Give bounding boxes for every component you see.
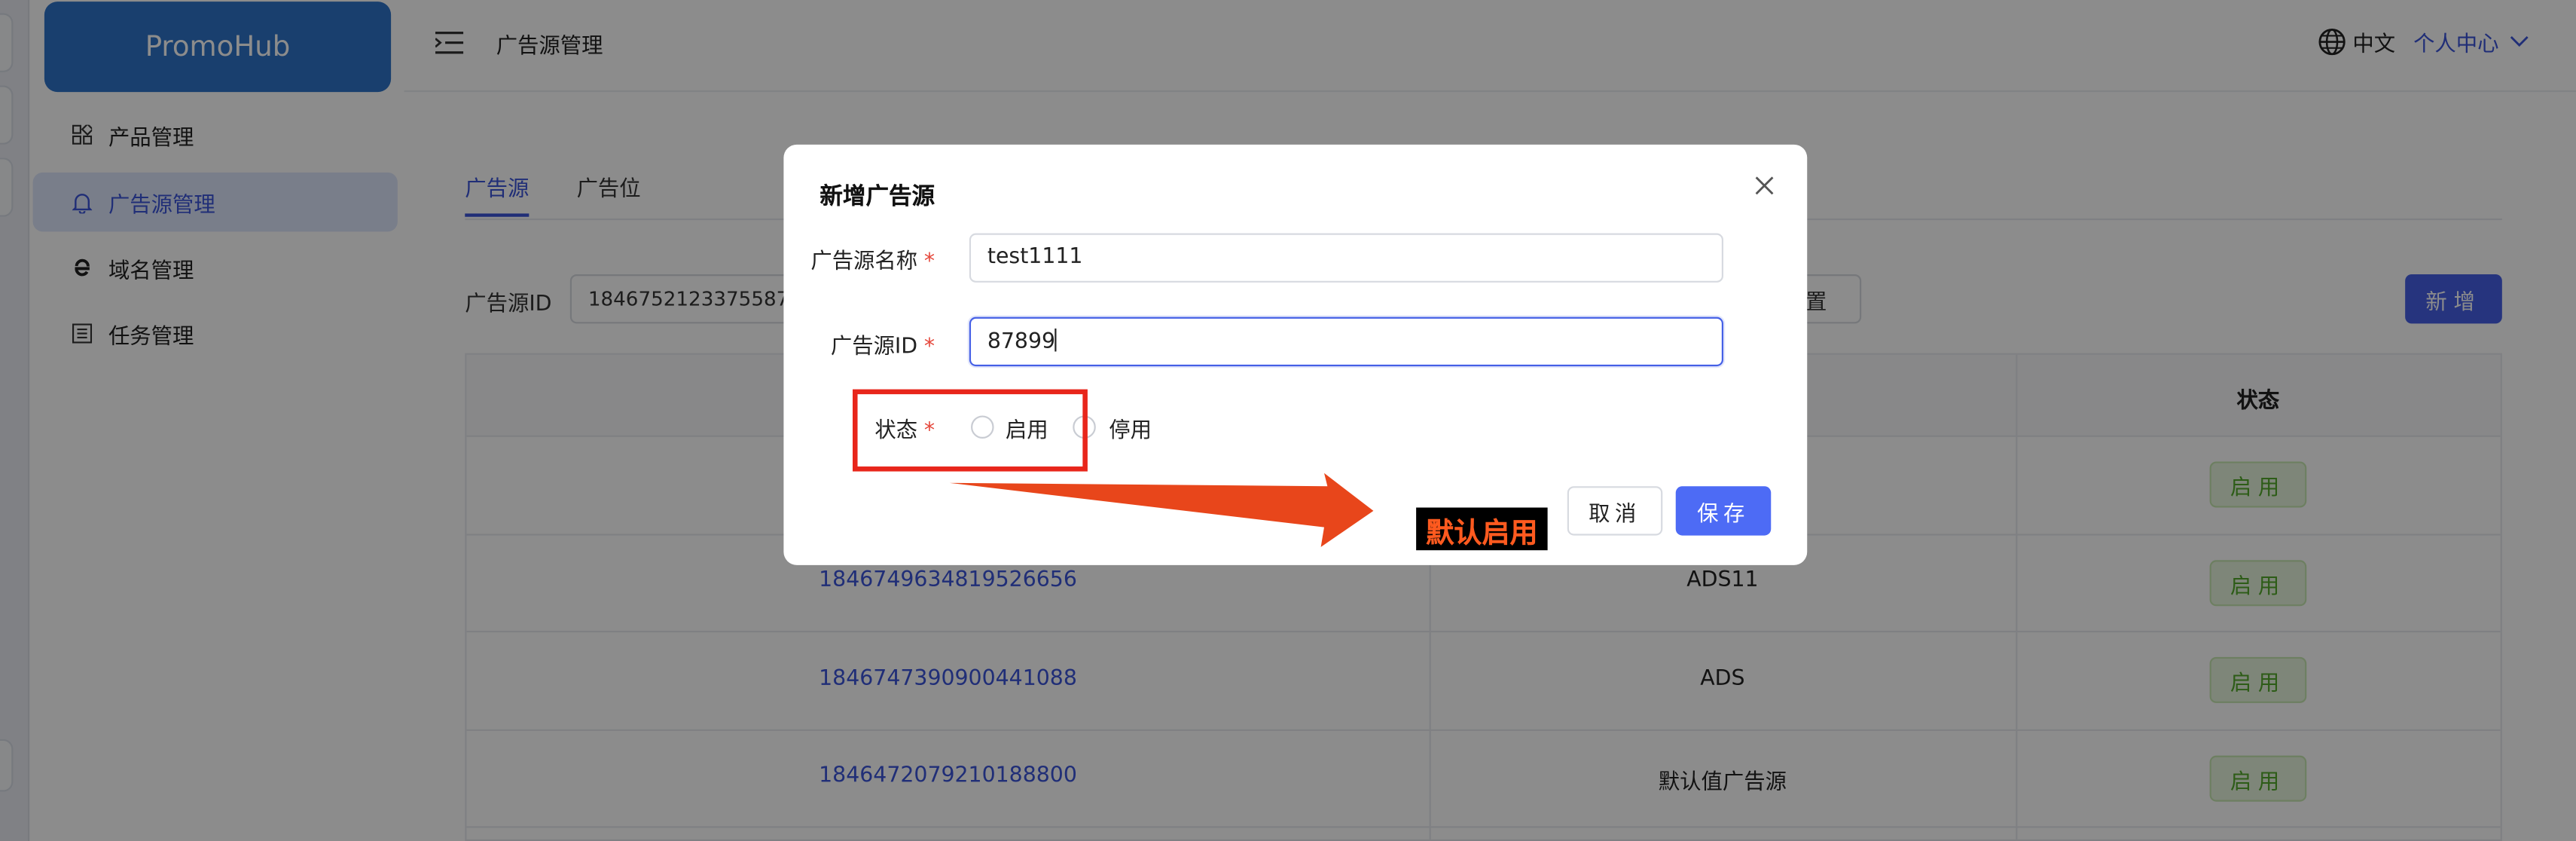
app-root: PromoHub 产品管理 广告源管理 域名管理 任务管理 广告源管理 中文 个… [0, 0, 2576, 841]
annotation-note: 默认启用 [1416, 507, 1548, 551]
annotation-arrow-icon [949, 472, 1374, 547]
